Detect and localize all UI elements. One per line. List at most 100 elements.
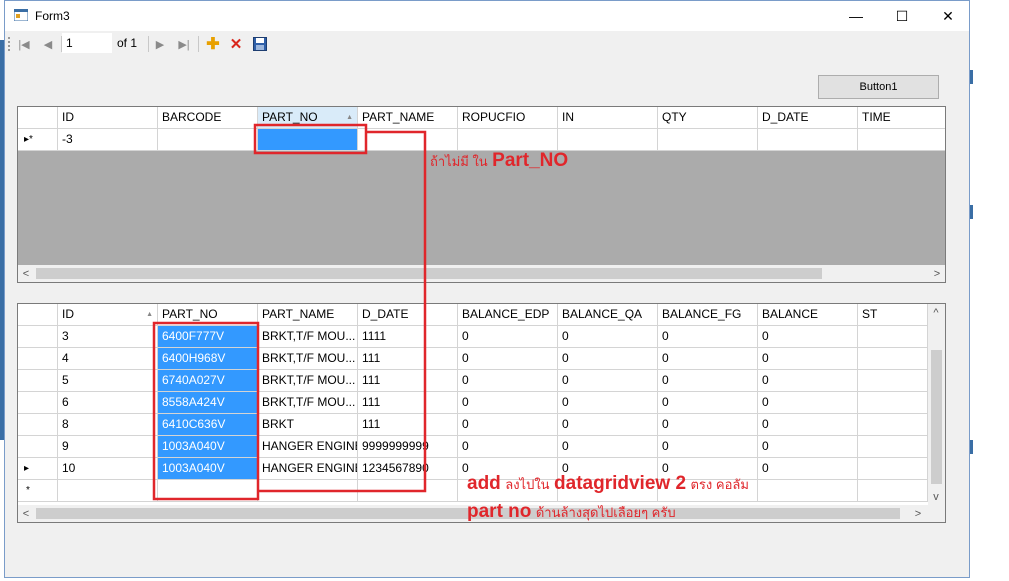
move-first-icon[interactable]: |◀	[17, 37, 31, 51]
grid2-cell-balance-fg[interactable]: 0	[658, 370, 758, 392]
grid1-cell-ropucfio[interactable]	[458, 129, 558, 151]
grid1-header-barcode[interactable]: BARCODE	[158, 107, 258, 129]
grid2-cell-d-date[interactable]: 1111	[358, 326, 458, 348]
scroll-up-icon[interactable]: ^	[928, 304, 944, 321]
grid2-cell-part-name[interactable]: HANGER ENGINE	[258, 458, 358, 480]
grid2-cell-st[interactable]	[858, 436, 928, 458]
grid2-cell-d-date[interactable]: 111	[358, 414, 458, 436]
datagridview-1[interactable]: ID BARCODE PART_NO PART_NAME ROPUCFIO IN…	[17, 106, 946, 283]
grid2-new-cell[interactable]	[58, 480, 158, 502]
grid1-header-time[interactable]: TIME	[858, 107, 945, 129]
grid1-corner-header[interactable]	[18, 107, 58, 129]
grid2-table-row[interactable]: 6 8558A424V BRKT,T/F MOU... 111 0 0 0 0	[18, 392, 928, 414]
grid2-cell-part-name[interactable]: BRKT	[258, 414, 358, 436]
grid1-header-part-name[interactable]: PART_NAME	[358, 107, 458, 129]
grid2-cell-balance-edp[interactable]: 0	[458, 348, 558, 370]
grid2-cell-id[interactable]: 8	[58, 414, 158, 436]
grid2-header-balance-qa[interactable]: BALANCE_QA	[558, 304, 658, 326]
grid2-cell-balance-edp[interactable]: 0	[458, 392, 558, 414]
grid2-table-row[interactable]: 5 6740A027V BRKT,T/F MOU... 111 0 0 0 0	[18, 370, 928, 392]
scroll-right-icon[interactable]: >	[929, 265, 945, 282]
grid2-row-header[interactable]	[18, 436, 58, 458]
grid2-header-id[interactable]: ID	[58, 304, 158, 326]
grid2-cell-id[interactable]: 5	[58, 370, 158, 392]
move-previous-icon[interactable]: ◀	[41, 37, 55, 51]
grid2-cell-d-date[interactable]: 9999999999	[358, 436, 458, 458]
grid2-new-cell[interactable]	[858, 480, 928, 502]
grid1-header-part-no[interactable]: PART_NO	[258, 107, 358, 129]
grid2-new-cell[interactable]	[758, 480, 858, 502]
grid2-header-part-no[interactable]: PART_NO	[158, 304, 258, 326]
scroll-down-icon[interactable]: v	[928, 488, 944, 505]
grid2-row-header[interactable]: ▸	[18, 458, 58, 480]
delete-icon[interactable]: ✕	[229, 36, 243, 53]
grid2-cell-st[interactable]	[858, 414, 928, 436]
grid2-cell-balance-edp[interactable]: 0	[458, 414, 558, 436]
grid2-cell-balance[interactable]: 0	[758, 370, 858, 392]
grid2-vertical-scrollbar[interactable]: ^ v	[928, 304, 945, 505]
grid2-cell-part-name[interactable]: HANGER ENGINE	[258, 436, 358, 458]
grid1-row-header[interactable]: ▸*	[18, 129, 58, 151]
grid2-cell-part-name[interactable]: BRKT,T/F MOU...	[258, 392, 358, 414]
move-last-icon[interactable]: ▶|	[177, 37, 191, 51]
grid1-cell-d-date[interactable]	[758, 129, 858, 151]
grid2-table-row[interactable]: 3 6400F777V BRKT,T/F MOU... 1111 0 0 0 0	[18, 326, 928, 348]
grid2-header-st[interactable]: ST	[858, 304, 928, 326]
grid2-row-header[interactable]	[18, 370, 58, 392]
scroll-left-icon[interactable]: <	[18, 505, 34, 522]
grid2-new-cell[interactable]	[358, 480, 458, 502]
close-button[interactable]: ✕	[925, 1, 971, 31]
grid2-cell-balance[interactable]: 0	[758, 458, 858, 480]
grid2-corner-header[interactable]	[18, 304, 58, 326]
grid2-cell-balance[interactable]: 0	[758, 326, 858, 348]
grid1-cell-part-name[interactable]	[358, 129, 458, 151]
grid2-cell-balance-fg[interactable]: 0	[658, 326, 758, 348]
grid1-cell-time[interactable]	[858, 129, 945, 151]
grid2-cell-part-no[interactable]: 1003A040V	[158, 458, 258, 480]
grid2-cell-balance-edp[interactable]: 0	[458, 326, 558, 348]
grid2-vscroll-thumb[interactable]	[931, 350, 942, 484]
grid2-new-cell[interactable]	[258, 480, 358, 502]
grid2-header-part-name[interactable]: PART_NAME	[258, 304, 358, 326]
grid1-header-qty[interactable]: QTY	[658, 107, 758, 129]
grid1-cell-qty[interactable]	[658, 129, 758, 151]
grid2-cell-st[interactable]	[858, 392, 928, 414]
grid2-cell-d-date[interactable]: 111	[358, 348, 458, 370]
grid2-cell-part-no[interactable]: 1003A040V	[158, 436, 258, 458]
grid2-cell-balance-fg[interactable]: 0	[658, 414, 758, 436]
grid2-header-balance[interactable]: BALANCE	[758, 304, 858, 326]
scroll-left-icon[interactable]: <	[18, 265, 34, 282]
grid1-scroll-thumb[interactable]	[36, 268, 822, 279]
grid2-cell-part-name[interactable]: BRKT,T/F MOU...	[258, 348, 358, 370]
grid2-row-header[interactable]	[18, 392, 58, 414]
grid1-cell-barcode[interactable]	[158, 129, 258, 151]
grid2-cell-balance-qa[interactable]: 0	[558, 392, 658, 414]
grid2-cell-id[interactable]: 4	[58, 348, 158, 370]
grid2-cell-part-name[interactable]: BRKT,T/F MOU...	[258, 370, 358, 392]
grid2-cell-balance-edp[interactable]: 0	[458, 436, 558, 458]
grid2-cell-balance-qa[interactable]: 0	[558, 326, 658, 348]
grid2-cell-balance-qa[interactable]: 0	[558, 348, 658, 370]
grid2-cell-balance-edp[interactable]: 0	[458, 370, 558, 392]
grid1-cell-in[interactable]	[558, 129, 658, 151]
grid2-cell-st[interactable]	[858, 326, 928, 348]
grid2-cell-balance[interactable]: 0	[758, 392, 858, 414]
grid2-row-header[interactable]	[18, 414, 58, 436]
grid1-header-d-date[interactable]: D_DATE	[758, 107, 858, 129]
grid2-cell-id[interactable]: 10	[58, 458, 158, 480]
grid2-cell-id[interactable]: 3	[58, 326, 158, 348]
position-input[interactable]	[62, 33, 112, 53]
grid2-cell-st[interactable]	[858, 370, 928, 392]
grid1-cell-id[interactable]: -3	[58, 129, 158, 151]
grid2-cell-st[interactable]	[858, 348, 928, 370]
grid2-cell-balance-qa[interactable]: 0	[558, 436, 658, 458]
grid2-table-row[interactable]: 9 1003A040V HANGER ENGINE 9999999999 0 0 0 0	[18, 436, 928, 458]
grid2-row-header[interactable]	[18, 326, 58, 348]
toolbar-grip[interactable]	[8, 37, 12, 51]
grid2-cell-part-no[interactable]: 6400H968V	[158, 348, 258, 370]
grid2-cell-balance-fg[interactable]: 0	[658, 348, 758, 370]
grid2-new-cell[interactable]	[158, 480, 258, 502]
grid2-header-d-date[interactable]: D_DATE	[358, 304, 458, 326]
grid2-cell-balance-qa[interactable]: 0	[558, 414, 658, 436]
grid2-cell-st[interactable]	[858, 458, 928, 480]
